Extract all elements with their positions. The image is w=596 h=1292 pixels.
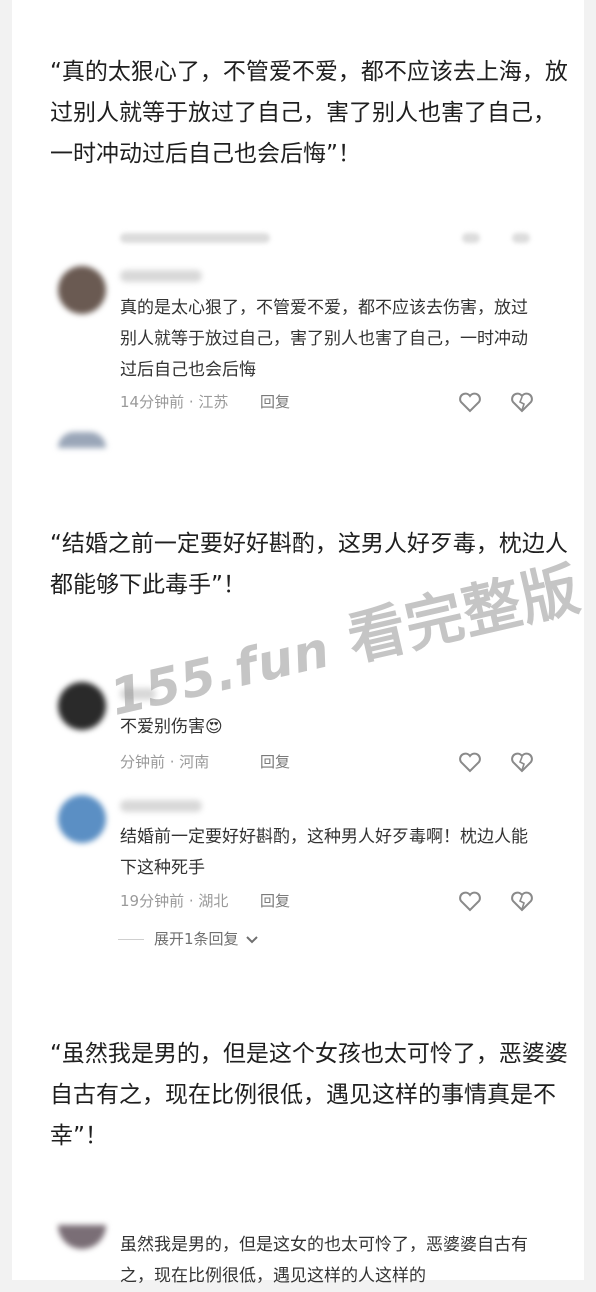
broken-heart-icon[interactable] <box>510 391 534 413</box>
quote-paragraph-1: “真的太狠心了，不管爱不爱，都不应该去上海，放过别人就等于放过了自己，害了别人也… <box>50 59 568 167</box>
reply-button[interactable]: 回复 <box>260 890 290 911</box>
username[interactable] <box>120 270 202 282</box>
avatar[interactable] <box>58 266 106 314</box>
expand-replies-button[interactable]: 展开1条回复 <box>118 928 259 949</box>
expand-replies-label: 展开1条回复 <box>154 930 239 948</box>
partial-like-icon <box>462 233 480 243</box>
reply-button[interactable]: 回复 <box>260 391 290 412</box>
quote-paragraph-3: “虽然我是男的，但是这个女孩也太可怜了，恶婆婆自古有之，现在比例很低，遇见这样的… <box>50 1041 568 1149</box>
comment-text: 虽然我是男的，但是这女的也太可怜了，恶婆婆自古有之，现在比例很低，遇见这样的人这… <box>120 1235 528 1286</box>
heart-like-icon[interactable] <box>458 890 482 912</box>
username[interactable] <box>120 800 202 812</box>
reply-button[interactable]: 回复 <box>260 751 290 772</box>
heart-like-icon[interactable] <box>458 391 482 413</box>
comment-text: 结婚前一定要好好斟酌，这种男人好歹毒啊！枕边人能下这种死手 <box>120 827 528 878</box>
chevron-down-icon <box>246 935 259 943</box>
comment-meta: 14分钟前 · 江苏 <box>120 393 229 411</box>
partial-dislike-icon <box>512 233 530 243</box>
avatar[interactable] <box>58 795 106 843</box>
partial-comment-meta <box>120 233 270 243</box>
partial-avatar <box>58 432 106 448</box>
comment-meta: 分钟前 · 河南 <box>120 753 210 771</box>
comment-meta: 19分钟前 · 湖北 <box>120 892 229 910</box>
broken-heart-icon[interactable] <box>510 751 534 773</box>
heart-like-icon[interactable] <box>458 751 482 773</box>
broken-heart-icon[interactable] <box>510 890 534 912</box>
comment-text: 真的是太心狠了，不管爱不爱，都不应该去伤害，放过别人就等于放过自己，害了别人也害… <box>120 298 528 380</box>
avatar[interactable] <box>58 682 106 730</box>
expand-divider <box>118 939 144 940</box>
